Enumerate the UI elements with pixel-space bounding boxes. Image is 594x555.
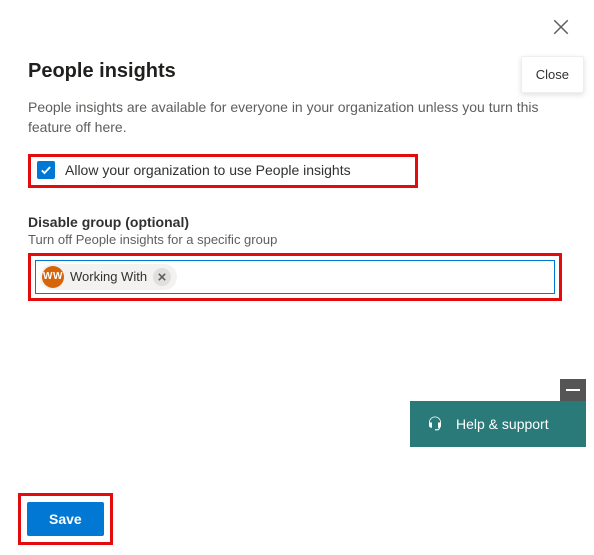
group-chip: WW Working With (40, 264, 177, 290)
allow-insights-label: Allow your organization to use People in… (65, 162, 351, 178)
group-chip-remove-button[interactable] (153, 268, 171, 286)
checkmark-icon (40, 164, 52, 176)
disable-group-input[interactable]: WW Working With (35, 260, 555, 294)
headset-icon (426, 415, 444, 433)
allow-insights-row: Allow your organization to use People in… (28, 154, 418, 188)
remove-icon (158, 273, 166, 281)
minimize-icon (566, 389, 580, 392)
save-highlight: Save (18, 493, 113, 545)
allow-insights-checkbox[interactable] (37, 161, 55, 179)
help-support-label: Help & support (456, 416, 549, 432)
save-button[interactable]: Save (27, 502, 104, 536)
close-tooltip: Close (521, 56, 584, 93)
panel-footer: Save (18, 493, 113, 545)
disable-group-text-field[interactable] (183, 268, 550, 285)
group-chip-label: Working With (70, 269, 147, 284)
help-minimize-button[interactable] (560, 379, 586, 401)
close-button[interactable] (552, 18, 570, 36)
disable-group-highlight: WW Working With (28, 253, 562, 301)
help-support-button[interactable]: Help & support (410, 401, 586, 447)
disable-group-label: Disable group (optional) (28, 214, 566, 230)
page-description: People insights are available for everyo… (28, 97, 548, 138)
disable-group-sublabel: Turn off People insights for a specific … (28, 232, 566, 247)
close-icon (552, 18, 570, 36)
people-insights-panel: Close People insights People insights ar… (0, 0, 594, 555)
group-avatar: WW (42, 266, 64, 288)
page-title: People insights (28, 60, 566, 83)
